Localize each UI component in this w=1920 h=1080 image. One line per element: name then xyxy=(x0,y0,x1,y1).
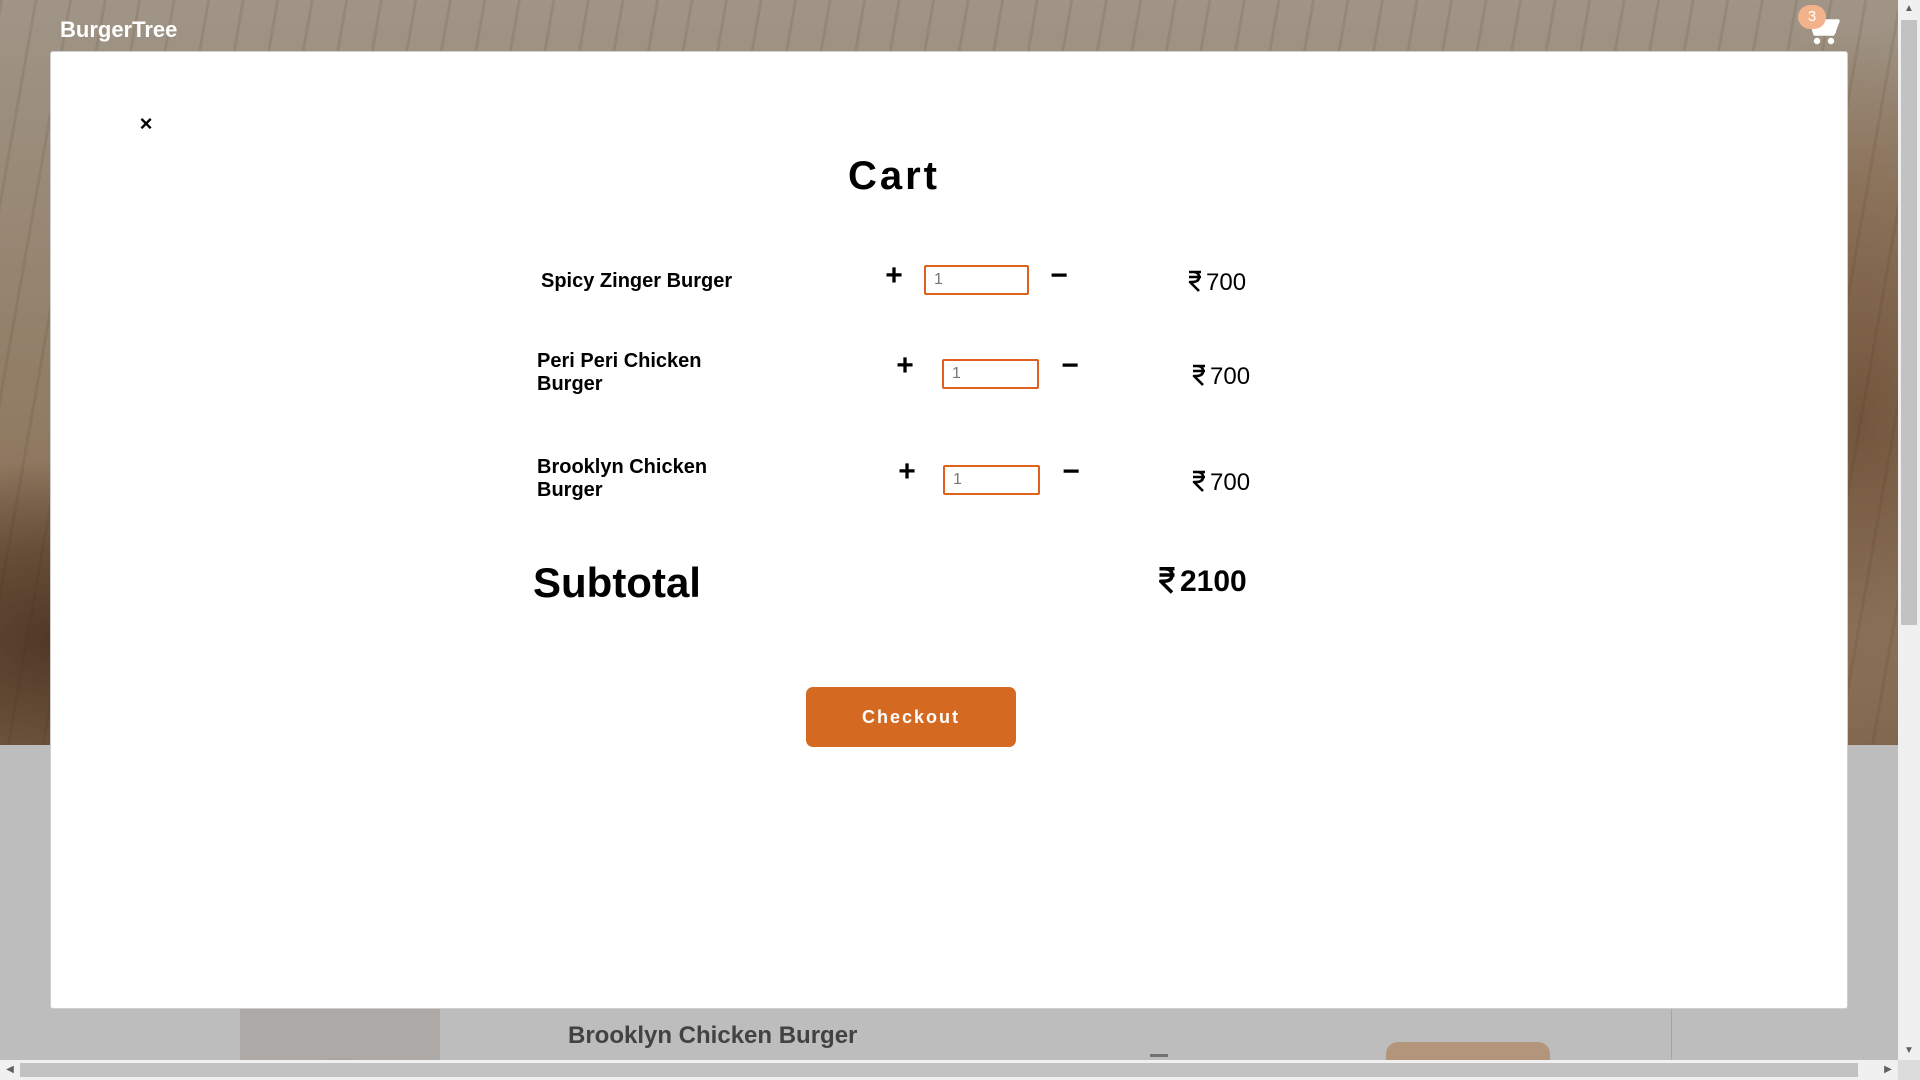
checkout-button[interactable]: Checkout xyxy=(806,687,1016,747)
item-price: 700 xyxy=(1191,469,1250,497)
cart-item-name: Brooklyn Chicken Burger xyxy=(537,456,708,501)
subtotal-label: Subtotal xyxy=(533,559,701,606)
quantity-input[interactable] xyxy=(943,465,1040,495)
quantity-input[interactable] xyxy=(924,265,1029,295)
item-price: 700 xyxy=(1191,363,1250,391)
scroll-left-arrow-icon[interactable]: ◀ xyxy=(0,1060,20,1080)
decrease-quantity-button[interactable]: − xyxy=(1057,351,1083,381)
brand-logo[interactable]: BurgerTree xyxy=(60,17,177,43)
item-price: 700 xyxy=(1187,269,1246,297)
scroll-right-arrow-icon[interactable]: ▶ xyxy=(1878,1060,1898,1080)
increase-quantity-button[interactable]: + xyxy=(881,261,907,291)
navbar: BurgerTree 3 xyxy=(0,0,1898,52)
horizontal-scrollbar[interactable]: ◀ ▶ xyxy=(0,1060,1898,1080)
cart-item-name: Peri Peri Chicken Burger xyxy=(537,350,702,395)
subtotal-amount: 2100 xyxy=(1157,565,1247,599)
rupee-icon xyxy=(1192,364,1205,386)
subtotal-value: 2100 xyxy=(1180,565,1247,598)
cart-item-name: Spicy Zinger Burger xyxy=(541,270,733,292)
close-icon[interactable]: × xyxy=(134,112,158,136)
increase-quantity-button[interactable]: + xyxy=(892,351,918,381)
scroll-down-arrow-icon[interactable]: ▼ xyxy=(1898,1042,1920,1060)
decrease-quantity-button[interactable]: − xyxy=(1046,261,1072,291)
vertical-scroll-thumb[interactable] xyxy=(1901,20,1917,625)
price-value: 700 xyxy=(1210,363,1251,390)
scrollbar-corner xyxy=(1898,1060,1920,1080)
cart-modal: × Cart Spicy Zinger Burger + − 700 Peri … xyxy=(50,51,1848,1009)
horizontal-scroll-thumb[interactable] xyxy=(20,1063,1858,1077)
vertical-scrollbar[interactable]: ▲ ▼ xyxy=(1898,0,1920,1060)
decrease-quantity-button[interactable]: − xyxy=(1058,457,1084,487)
price-value: 700 xyxy=(1210,469,1251,496)
quantity-input[interactable] xyxy=(942,359,1039,389)
modal-title: Cart xyxy=(847,154,941,198)
rupee-icon xyxy=(1192,470,1205,492)
scroll-up-arrow-icon[interactable]: ▲ xyxy=(1898,0,1920,18)
rupee-icon xyxy=(1188,270,1201,292)
increase-quantity-button[interactable]: + xyxy=(894,457,920,487)
rupee-icon xyxy=(1159,567,1175,594)
cart-count-badge: 3 xyxy=(1798,5,1826,29)
price-value: 700 xyxy=(1206,269,1247,296)
